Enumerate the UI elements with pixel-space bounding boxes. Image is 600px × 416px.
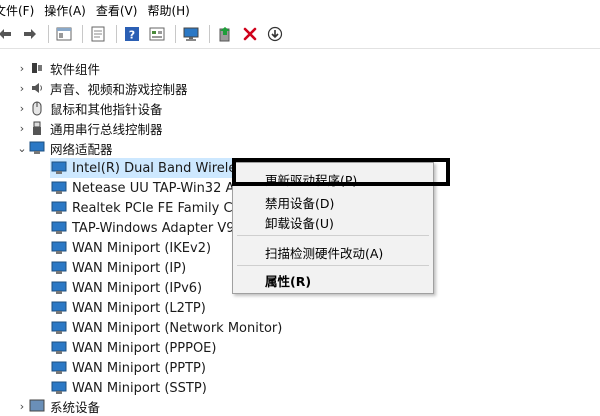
tree-category-label: 软件组件	[50, 61, 101, 77]
adapter-label: Intel(R) Dual Band Wireless-	[72, 160, 255, 176]
tree-category-usb[interactable]: › 通用串行总线控制器	[16, 118, 163, 138]
network-adapter-icon	[50, 319, 68, 337]
tree-category-label: 网络适配器	[50, 141, 113, 157]
adapter-item-netease-uu[interactable]: Netease UU TAP-Win32 Ada	[50, 178, 250, 198]
chevron-right-icon[interactable]: ›	[16, 98, 28, 118]
forward-icon[interactable]	[19, 23, 41, 45]
help-icon[interactable]: ?	[121, 23, 143, 45]
uninstall-icon[interactable]	[239, 23, 261, 45]
highlight-annotation-box	[232, 158, 450, 186]
adapter-label: WAN Miniport (PPTP)	[72, 360, 206, 376]
tree-category-sound-video-game[interactable]: › 声音、视频和游戏控制器	[16, 78, 188, 98]
adapter-item-wan-network-monitor[interactable]: WAN Miniport (Network Monitor)	[50, 318, 282, 338]
monitor-icon[interactable]	[180, 23, 202, 45]
toolbar-separator	[209, 25, 210, 43]
system-device-icon	[28, 397, 46, 415]
adapter-label: Netease UU TAP-Win32 Ada	[72, 180, 251, 196]
svg-text:?: ?	[129, 29, 135, 42]
menu-separator	[237, 265, 429, 266]
network-adapter-icon	[50, 359, 68, 377]
back-icon[interactable]	[0, 23, 16, 45]
tree-category-label: 鼠标和其他指针设备	[50, 101, 163, 117]
tree-category-mouse[interactable]: › 鼠标和其他指针设备	[16, 98, 163, 118]
network-adapter-icon	[50, 279, 68, 297]
speaker-icon	[28, 79, 46, 97]
menu-help[interactable]: 帮助(H)	[147, 2, 199, 19]
network-adapter-icon	[50, 219, 68, 237]
chevron-right-icon[interactable]: ›	[16, 396, 28, 416]
chevron-down-icon[interactable]: ⌄	[16, 138, 28, 158]
adapter-label: Realtek PCIe FE Family Cont	[72, 200, 254, 216]
network-adapter-icon	[50, 379, 68, 397]
network-icon	[28, 139, 46, 157]
adapter-label: WAN Miniport (SSTP)	[72, 380, 207, 396]
adapter-item-realtek[interactable]: Realtek PCIe FE Family Cont	[50, 198, 254, 218]
toolbar-separator	[175, 25, 176, 43]
network-adapter-icon	[50, 239, 68, 257]
menu-properties[interactable]: 属性(R)	[265, 271, 311, 290]
component-icon	[28, 59, 46, 77]
adapter-item-wan-ipv6[interactable]: WAN Miniport (IPv6)	[50, 278, 202, 298]
update-icon[interactable]	[264, 23, 286, 45]
tree-category-system-devices[interactable]: › 系统设备	[16, 396, 100, 416]
chevron-right-icon[interactable]: ›	[16, 118, 28, 138]
toolbar-separator	[48, 25, 49, 43]
adapter-item-wan-pppoe[interactable]: WAN Miniport (PPPOE)	[50, 338, 216, 358]
network-adapter-icon	[50, 199, 68, 217]
menu-uninstall-device[interactable]: 卸载设备(U)	[265, 213, 334, 232]
view-icon[interactable]	[146, 23, 168, 45]
chevron-right-icon[interactable]: ›	[16, 58, 28, 78]
tree-category-software-components[interactable]: › 软件组件	[16, 58, 100, 78]
adapter-item-wan-ikev2[interactable]: WAN Miniport (IKEv2)	[50, 238, 211, 258]
menu-action[interactable]: 操作(A)	[44, 2, 96, 19]
usb-icon	[28, 119, 46, 137]
network-adapter-icon	[50, 259, 68, 277]
add-driver-icon[interactable]	[214, 23, 236, 45]
adapter-item-wan-pptp[interactable]: WAN Miniport (PPTP)	[50, 358, 206, 378]
toolbar-separator	[82, 25, 83, 43]
tree-category-label: 系统设备	[50, 399, 101, 415]
tree-category-label: 声音、视频和游戏控制器	[50, 81, 188, 97]
adapter-label: WAN Miniport (PPPOE)	[72, 340, 217, 356]
adapter-label: WAN Miniport (IPv6)	[72, 280, 203, 296]
network-adapter-icon	[50, 179, 68, 197]
menu-view[interactable]: 查看(V)	[96, 2, 148, 19]
adapter-label: WAN Miniport (IKEv2)	[72, 240, 212, 256]
adapter-label: WAN Miniport (Network Monitor)	[72, 320, 283, 336]
adapter-label: WAN Miniport (L2TP)	[72, 300, 206, 316]
menu-scan-hardware[interactable]: 扫描检测硬件改动(A)	[265, 243, 383, 262]
adapter-label: WAN Miniport (IP)	[72, 260, 187, 276]
toolbar-separator	[116, 25, 117, 43]
adapter-item-tap-windows[interactable]: TAP-Windows Adapter V9	[50, 218, 235, 238]
properties-icon[interactable]	[87, 23, 109, 45]
toolbar: ?	[0, 20, 600, 49]
console-tree-icon[interactable]	[53, 23, 75, 45]
chevron-right-icon[interactable]: ›	[16, 78, 28, 98]
network-adapter-icon	[50, 299, 68, 317]
menu-bar: 文件(F) 操作(A) 查看(V) 帮助(H)	[0, 0, 600, 20]
adapter-label: TAP-Windows Adapter V9	[72, 220, 235, 236]
adapter-item-wan-l2tp[interactable]: WAN Miniport (L2TP)	[50, 298, 206, 318]
network-adapter-icon	[50, 159, 68, 177]
tree-category-label: 通用串行总线控制器	[50, 121, 163, 137]
menu-separator	[237, 235, 429, 236]
adapter-item-wan-ip[interactable]: WAN Miniport (IP)	[50, 258, 186, 278]
menu-disable-device[interactable]: 禁用设备(D)	[265, 193, 334, 212]
adapter-item-wan-sstp[interactable]: WAN Miniport (SSTP)	[50, 378, 207, 398]
menu-file[interactable]: 文件(F)	[0, 2, 44, 19]
tree-category-network-adapters[interactable]: ⌄ 网络适配器	[16, 138, 113, 158]
network-adapter-icon	[50, 339, 68, 357]
mouse-icon	[28, 99, 46, 117]
